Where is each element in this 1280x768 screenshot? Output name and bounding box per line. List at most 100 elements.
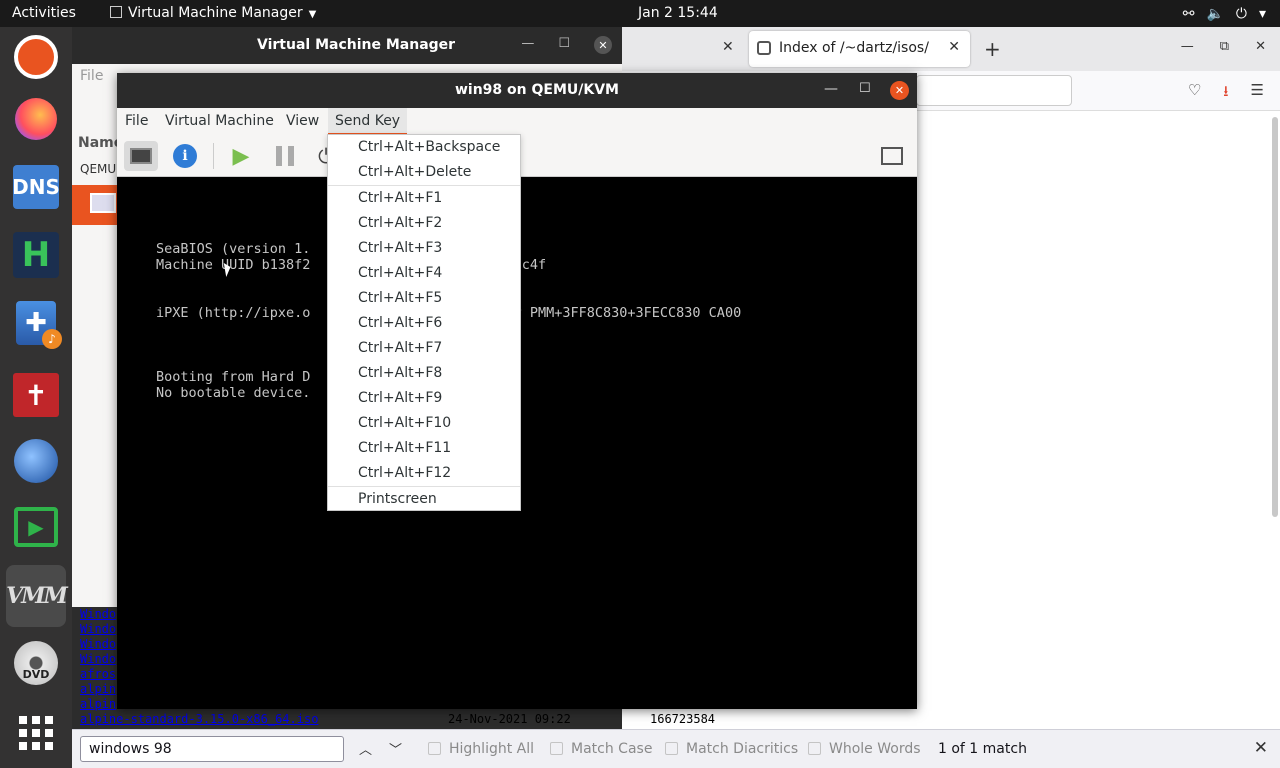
bible-app-icon[interactable]: ✚ ♪ — [10, 297, 62, 349]
menu-file[interactable]: File — [80, 68, 103, 84]
close-icon[interactable]: ✕ — [594, 36, 612, 54]
show-apps-icon[interactable] — [10, 707, 62, 759]
file-link[interactable]: Windo — [80, 652, 116, 666]
dns-app-icon[interactable]: DNS — [10, 161, 62, 213]
close-icon[interactable]: ✕ — [1255, 39, 1266, 54]
match-case-checkbox[interactable]: Match Case — [550, 741, 652, 757]
menu-item-ctrl-alt-f8[interactable]: Ctrl+Alt+F8 — [328, 361, 520, 386]
toolbar-icons: ♡ ⭳ ☰ — [1188, 81, 1264, 106]
new-tab-icon[interactable]: + — [984, 37, 1001, 61]
app-menu[interactable]: Virtual Machine Manager ▼ — [110, 5, 316, 21]
file-date: 24-Nov-2021 09:22 — [448, 712, 571, 726]
file-link[interactable]: afros — [80, 667, 116, 681]
menu-item-ctrl-alt-f9[interactable]: Ctrl+Alt+F9 — [328, 386, 520, 411]
file-link[interactable]: alpine-standard-3.15.0-x86_64.iso — [80, 712, 318, 726]
menu-item-ctrl-alt-f2[interactable]: Ctrl+Alt+F2 — [328, 211, 520, 236]
connection-group[interactable]: QEMU — [80, 162, 116, 176]
menu-item-ctrl-alt-f12[interactable]: Ctrl+Alt+F12 — [328, 461, 520, 486]
tab-active[interactable]: Index of /~dartz/isos/ ✕ — [749, 31, 970, 67]
activities-button[interactable]: Activities — [12, 5, 76, 21]
menu-item-ctrl-alt-f6[interactable]: Ctrl+Alt+F6 — [328, 311, 520, 336]
file-link[interactable]: alpin — [80, 697, 116, 711]
monitor-icon — [130, 148, 152, 164]
app-menu-label: Virtual Machine Manager — [128, 5, 303, 21]
satellite-app-icon[interactable] — [10, 435, 62, 487]
restore-icon[interactable]: ⧉ — [1220, 39, 1229, 54]
fullscreen-button[interactable] — [875, 141, 909, 171]
network-icon: ⚯ — [1182, 6, 1195, 22]
find-next-icon[interactable]: ﹀ — [389, 739, 402, 758]
send-key-menu: Ctrl+Alt+Backspace Ctrl+Alt+Delete Ctrl+… — [327, 134, 521, 511]
file-link[interactable]: Windo — [80, 607, 116, 621]
maximize-icon[interactable]: ☐ — [558, 36, 570, 54]
minimize-icon[interactable]: — — [521, 36, 534, 54]
menu-view[interactable]: View — [286, 113, 319, 129]
whole-words-checkbox[interactable]: Whole Words — [808, 741, 921, 757]
close-icon[interactable]: ✕ — [890, 81, 909, 100]
menu-virtual-machine[interactable]: Virtual Machine — [165, 113, 274, 129]
match-diacritics-label: Match Diacritics — [686, 741, 799, 757]
minimize-icon[interactable]: — — [824, 81, 838, 97]
menu-file[interactable]: File — [125, 113, 148, 129]
firefox-icon[interactable] — [10, 93, 62, 145]
dvd-icon[interactable]: DVD — [10, 637, 62, 689]
favicon-icon — [757, 41, 771, 55]
tab-title: Index of /~dartz/isos/ — [779, 40, 929, 56]
fullscreen-icon — [881, 147, 903, 165]
console-line: Booting from Hard D — [156, 369, 311, 385]
console-line: SeaBIOS (version 1. — [156, 241, 311, 257]
close-icon[interactable]: ✕ — [1254, 738, 1268, 758]
run-button[interactable]: ▶ — [224, 141, 258, 171]
match-diacritics-checkbox[interactable]: Match Diacritics — [665, 741, 798, 757]
minimize-icon[interactable]: — — [1181, 39, 1194, 54]
file-link[interactable]: Windo — [80, 622, 116, 636]
dock: DNS H ✚ ♪ ✝ ▶ VMM DVD — [0, 27, 72, 768]
highlight-all-label: Highlight All — [449, 741, 535, 757]
scrollbar[interactable] — [1272, 117, 1278, 517]
h-app-icon[interactable]: H — [10, 229, 62, 281]
find-previous-icon[interactable]: ︿ — [359, 739, 372, 758]
close-icon[interactable]: ✕ — [722, 39, 734, 55]
menu-item-ctrl-alt-f11[interactable]: Ctrl+Alt+F11 — [328, 436, 520, 461]
file-size: 166723584 — [650, 712, 716, 726]
clock[interactable]: Jan 2 15:44 — [638, 5, 718, 21]
find-status: 1 of 1 match — [938, 741, 1027, 757]
menu-item-ctrl-alt-delete[interactable]: Ctrl+Alt+Delete — [328, 160, 520, 185]
vm-row-selected[interactable] — [72, 185, 118, 225]
pause-button[interactable] — [268, 141, 302, 171]
menu-item-ctrl-alt-f1[interactable]: Ctrl+Alt+F1 — [328, 186, 520, 211]
download-icon[interactable]: ⭳ — [1223, 81, 1228, 106]
pocket-icon[interactable]: ♡ — [1188, 81, 1201, 106]
window-controls: — ⧉ ✕ — [1181, 39, 1266, 54]
find-input[interactable] — [80, 736, 344, 762]
chevron-down-icon: ▾ — [1258, 6, 1266, 22]
virt-manager-icon[interactable]: VMM — [6, 565, 68, 627]
menu-item-ctrl-alt-f3[interactable]: Ctrl+Alt+F3 — [328, 236, 520, 261]
screen-recorder-icon[interactable]: ▶ — [10, 501, 62, 553]
chevron-down-icon: ▼ — [308, 9, 317, 20]
volume-icon: 🔈 — [1206, 6, 1224, 22]
file-link[interactable]: alpin — [80, 682, 116, 696]
menu-item-ctrl-alt-f4[interactable]: Ctrl+Alt+F4 — [328, 261, 520, 286]
maximize-icon[interactable]: ☐ — [859, 81, 871, 96]
show-console-button[interactable] — [124, 141, 158, 171]
menu-send-key[interactable]: Send Key — [328, 108, 408, 135]
highlight-all-checkbox[interactable]: Highlight All — [428, 741, 534, 757]
menu-item-ctrl-alt-f5[interactable]: Ctrl+Alt+F5 — [328, 286, 520, 311]
toolbar-separator — [213, 143, 214, 169]
pause-icon — [276, 146, 294, 166]
close-icon[interactable]: ✕ — [948, 39, 960, 55]
ubuntu-icon[interactable] — [10, 31, 62, 83]
dns-label: DNS — [12, 165, 60, 209]
menu-item-ctrl-alt-f7[interactable]: Ctrl+Alt+F7 — [328, 336, 520, 361]
file-link[interactable]: Windo — [80, 637, 116, 651]
info-icon: i — [173, 144, 197, 168]
window-controls: — ☐ ✕ — [521, 36, 612, 54]
show-details-button[interactable]: i — [168, 141, 202, 171]
menu-item-printscreen[interactable]: Printscreen — [328, 487, 520, 512]
menu-item-ctrl-alt-f10[interactable]: Ctrl+Alt+F10 — [328, 411, 520, 436]
cross-app-icon[interactable]: ✝ — [10, 369, 62, 421]
hamburger-menu-icon[interactable]: ☰ — [1251, 81, 1264, 106]
system-tray[interactable]: ⚯ 🔈 ⏻ ▾ — [1183, 5, 1266, 23]
menu-item-ctrl-alt-backspace[interactable]: Ctrl+Alt+Backspace — [328, 135, 520, 160]
